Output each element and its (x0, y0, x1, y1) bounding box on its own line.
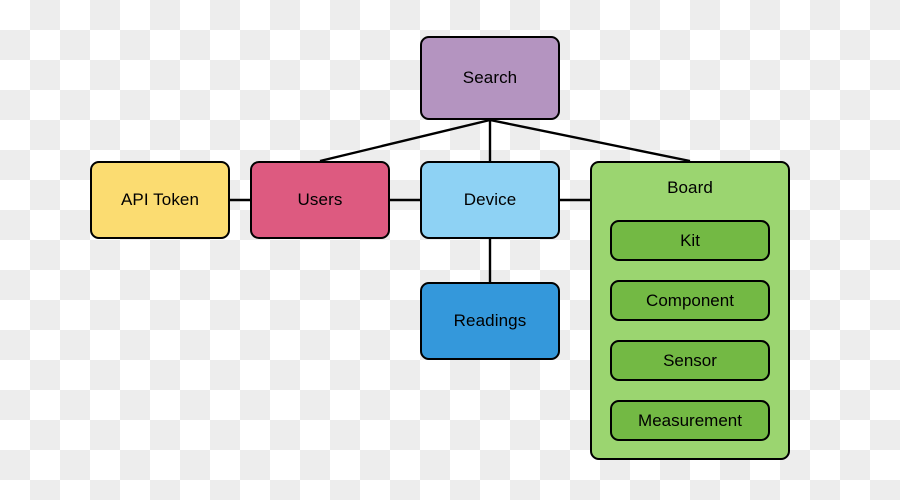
node-kit[interactable]: Kit (610, 220, 770, 261)
node-api_token[interactable]: API Token (90, 161, 230, 239)
edge-search-board (489, 118, 691, 163)
node-readings-label: Readings (453, 310, 527, 330)
node-users-label: Users (297, 189, 343, 209)
node-component[interactable]: Component (610, 280, 770, 321)
node-users[interactable]: Users (250, 161, 390, 239)
node-search[interactable]: Search (420, 36, 560, 120)
node-api_token-label: API Token (120, 189, 200, 209)
node-device-label: Device (463, 189, 517, 209)
node-search-label: Search (462, 67, 518, 87)
diagram-canvas: Search API Token Users Device Readings Board K… (0, 0, 900, 500)
node-component-label: Component (646, 290, 734, 310)
node-measurement-label: Measurement (638, 410, 742, 430)
node-board-label: Board (667, 178, 713, 197)
node-device[interactable]: Device (420, 161, 560, 239)
node-sensor[interactable]: Sensor (610, 340, 770, 381)
node-kit-label: Kit (680, 230, 700, 250)
node-sensor-label: Sensor (663, 350, 717, 370)
node-readings[interactable]: Readings (420, 282, 560, 360)
node-measurement[interactable]: Measurement (610, 400, 770, 441)
edge-search-users (319, 118, 491, 163)
